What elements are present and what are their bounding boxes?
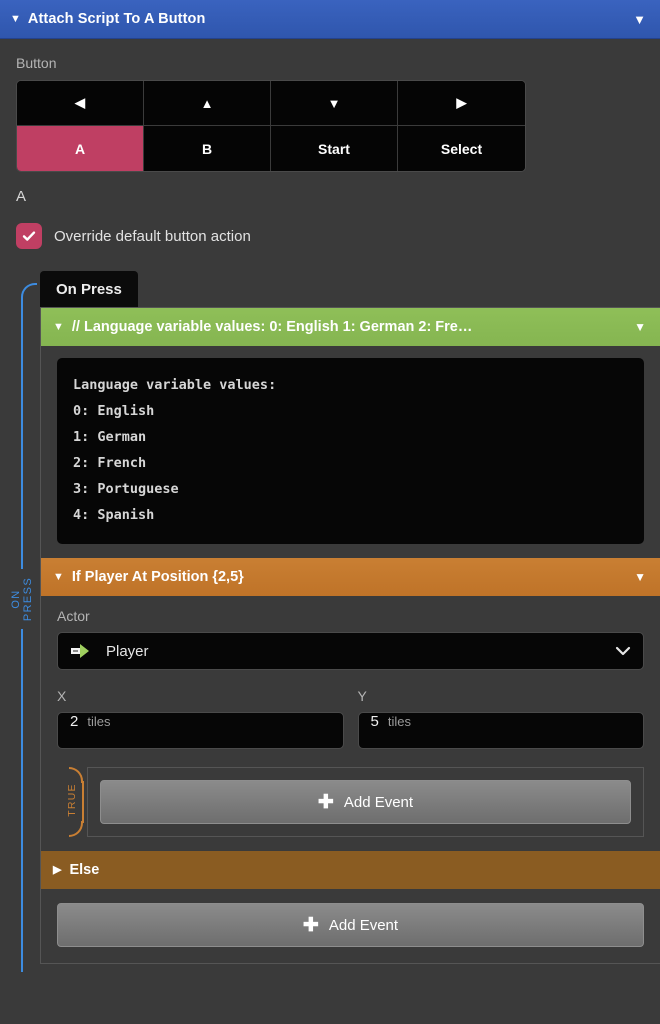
add-event-button-true[interactable]: ✚ Add Event: [100, 780, 631, 825]
button-option-right[interactable]: ▶: [398, 81, 525, 126]
comment-line: 4: Spanish: [73, 507, 155, 524]
true-rail-line: [82, 781, 84, 824]
button-option-b[interactable]: B: [144, 126, 271, 171]
actor-select[interactable]: Player: [57, 632, 644, 671]
event-menu-triangle-down-icon[interactable]: ▼: [634, 321, 646, 333]
button-option-down[interactable]: ▼: [271, 81, 398, 126]
page-title: Attach Script To A Button: [27, 11, 206, 27]
comment-line: 2: French: [73, 455, 147, 472]
override-checkbox-row[interactable]: Override default button action: [0, 205, 660, 249]
override-checkbox-label: Override default button action: [54, 227, 251, 245]
rail-cap: [21, 283, 37, 299]
on-press-rail-label: ON PRESS: [6, 569, 38, 629]
true-branch: TRUE ✚ Add Event: [57, 767, 644, 838]
actor-sprite-icon: [70, 643, 92, 659]
button-option-start[interactable]: Start: [271, 126, 398, 171]
plus-icon: ✚: [302, 914, 319, 936]
add-event-button-true-label: Add Event: [343, 793, 414, 811]
arrow-right-icon: ▶: [456, 95, 467, 110]
arrow-left-icon: ◀: [75, 95, 85, 110]
position-xy-row: X 2 tiles Y 5 tiles: [57, 688, 644, 750]
x-field-label: X: [57, 688, 67, 705]
script-tabs: On Press: [40, 271, 660, 307]
x-input-unit: tiles: [87, 714, 111, 730]
y-field: Y 5 tiles: [357, 688, 644, 750]
arrow-up-icon: ▲: [200, 95, 214, 111]
x-field: X 2 tiles: [57, 688, 344, 750]
true-branch-label: TRUE: [66, 783, 78, 817]
comment-code-box[interactable]: Language variable values: 0: English 1: …: [57, 358, 644, 545]
actor-field-label: Actor: [57, 608, 90, 625]
panel-body: Button ◀ ▲ ▼ ▶ A B Start Select A Overri…: [0, 39, 660, 973]
add-event-button-footer[interactable]: ✚ Add Event: [57, 903, 644, 948]
true-branch-rail: TRUE: [57, 767, 87, 838]
event-header-else[interactable]: ▶ Else: [41, 851, 660, 890]
script-area: ON PRESS On Press ▼ // Language variable…: [0, 271, 660, 973]
event-header-else-label: Else: [69, 862, 100, 879]
button-option-a-label: A: [74, 140, 86, 157]
event-body-comment: Language variable values: 0: English 1: …: [41, 346, 660, 559]
y-field-label: Y: [357, 688, 367, 705]
triangle-down-icon[interactable]: ▼: [53, 321, 64, 333]
arrow-down-icon: ▼: [327, 95, 341, 111]
button-option-left[interactable]: ◀: [17, 81, 144, 126]
button-option-start-label: Start: [318, 140, 350, 157]
rail-line: [21, 297, 23, 973]
x-input-value: 2: [70, 713, 79, 731]
script-footer: ✚ Add Event: [41, 889, 660, 964]
button-option-up[interactable]: ▲: [144, 81, 271, 126]
button-selector-grid[interactable]: ◀ ▲ ▼ ▶ A B Start Select: [16, 80, 526, 172]
button-option-a[interactable]: A: [17, 126, 144, 171]
triangle-right-icon[interactable]: ▶: [53, 864, 61, 876]
event-header-comment-label: // Language variable values: 0: English …: [71, 319, 473, 335]
tab-on-press[interactable]: On Press: [40, 271, 138, 307]
button-option-b-label: B: [201, 140, 213, 157]
comment-line: 3: Portuguese: [73, 481, 179, 498]
on-press-rail: ON PRESS: [6, 283, 40, 973]
comment-line: 0: English: [73, 403, 155, 420]
x-input[interactable]: 2 tiles: [57, 712, 344, 750]
y-input[interactable]: 5 tiles: [357, 712, 644, 750]
selected-button-label: A: [16, 188, 27, 205]
actor-select-value: Player: [106, 642, 149, 660]
y-input-value: 5: [370, 713, 379, 731]
button-option-select[interactable]: Select: [398, 126, 525, 171]
true-branch-body: ✚ Add Event: [87, 767, 644, 838]
event-menu-triangle-down-icon[interactable]: ▼: [634, 571, 646, 583]
event-body-if-position: Actor Player X 2 tiles Y 5 tiles TRUE ✚ …: [41, 596, 660, 852]
panel-menu-triangle-down-icon[interactable]: ▼: [633, 13, 646, 26]
triangle-down-icon[interactable]: ▼: [10, 13, 21, 25]
button-field-label: Button: [16, 55, 57, 71]
override-checkbox[interactable]: [16, 223, 42, 249]
y-input-unit: tiles: [387, 714, 411, 730]
check-icon: [22, 231, 36, 241]
comment-line: Language variable values:: [73, 377, 277, 393]
event-header-comment[interactable]: ▼ // Language variable values: 0: Englis…: [41, 308, 660, 346]
comment-line: 1: German: [73, 429, 147, 446]
event-header-if-position-label: If Player At Position {2,5}: [71, 569, 244, 586]
chevron-down-icon[interactable]: [615, 644, 631, 659]
event-header-if-position[interactable]: ▼ If Player At Position {2,5} ▼: [41, 558, 660, 597]
button-option-select-label: Select: [440, 140, 483, 157]
panel-header[interactable]: ▼ Attach Script To A Button ▼: [0, 0, 660, 39]
plus-icon: ✚: [317, 791, 334, 813]
triangle-down-icon[interactable]: ▼: [53, 571, 64, 583]
script-container: ▼ // Language variable values: 0: Englis…: [40, 307, 660, 965]
add-event-button-footer-label: Add Event: [328, 916, 399, 934]
